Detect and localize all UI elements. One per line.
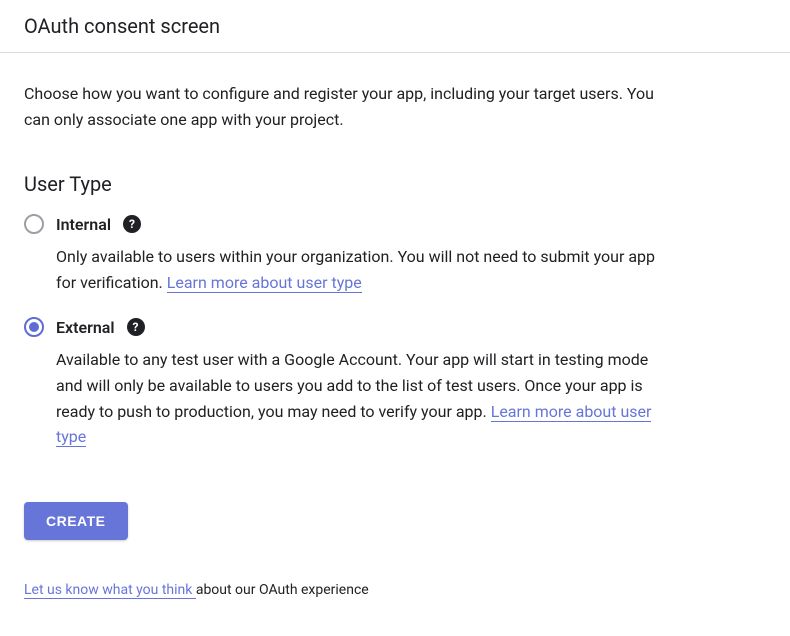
intro-text: Choose how you want to configure and reg…: [24, 81, 656, 132]
internal-description: Only available to users within your orga…: [56, 244, 656, 295]
main-content: Choose how you want to configure and reg…: [0, 53, 680, 626]
external-radio[interactable]: [24, 317, 44, 337]
internal-radio[interactable]: [24, 214, 44, 234]
user-type-internal-option: Internal ? Only available to users withi…: [24, 214, 656, 295]
external-description: Available to any test user with a Google…: [56, 347, 656, 449]
user-type-external-option: External ? Available to any test user wi…: [24, 317, 656, 449]
external-radio-row: External ?: [24, 317, 656, 337]
internal-learn-more-link[interactable]: Learn more about user type: [167, 273, 362, 293]
create-button[interactable]: CREATE: [24, 502, 128, 540]
feedback-text: about our OAuth experience: [196, 582, 369, 598]
internal-radio-row: Internal ?: [24, 214, 656, 234]
page-title: OAuth consent screen: [24, 14, 766, 38]
feedback-link[interactable]: Let us know what you think: [24, 582, 196, 599]
external-label: External: [56, 318, 115, 337]
help-icon[interactable]: ?: [127, 318, 145, 336]
internal-label: Internal: [56, 215, 111, 234]
page-header: OAuth consent screen: [0, 0, 790, 53]
help-icon[interactable]: ?: [123, 215, 141, 233]
user-type-heading: User Type: [24, 172, 656, 196]
feedback-row: Let us know what you think about our OAu…: [24, 582, 656, 598]
